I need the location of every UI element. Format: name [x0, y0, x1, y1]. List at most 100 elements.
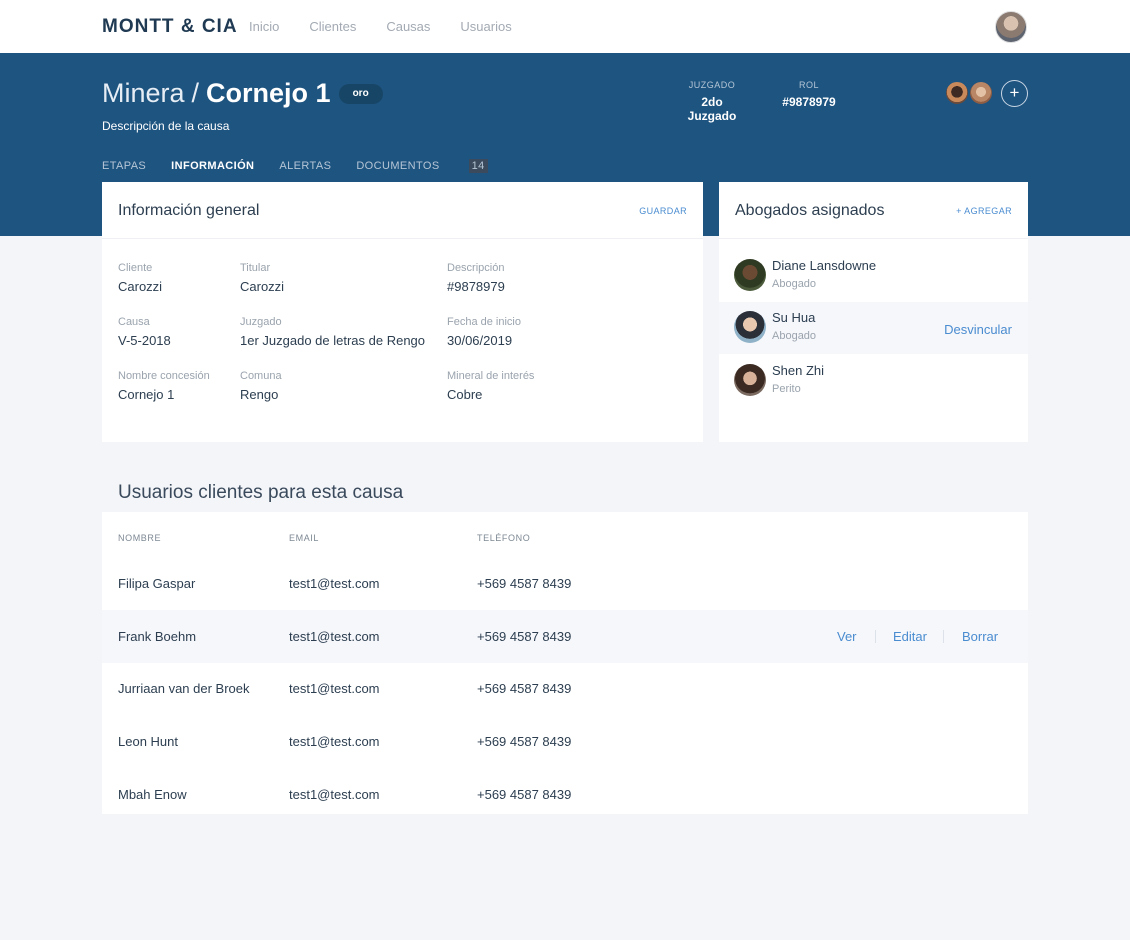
field-cliente: Cliente Carozzi	[118, 262, 162, 294]
column-header-email: EMAIL	[289, 533, 320, 543]
brand-logo[interactable]: MONTT & CIA	[102, 16, 238, 38]
field-causa: Causa V-5-2018	[118, 316, 171, 348]
tab-alertas[interactable]: ALERTAS	[279, 160, 331, 172]
lawyer-role: Abogado	[772, 278, 817, 290]
field-mineral: Mineral de interés Cobre	[447, 370, 534, 402]
lawyer-name: Su Hua	[772, 310, 816, 325]
lawyer-role: Perito	[772, 383, 801, 395]
unlink-button[interactable]: Desvincular	[944, 322, 1012, 337]
field-label: Juzgado	[240, 316, 282, 328]
lawyer-item[interactable]: Shen Zhi Perito	[719, 355, 1028, 407]
lawyer-item[interactable]: Diane Lansdowne Abogado	[719, 250, 1028, 302]
user-avatar[interactable]	[995, 11, 1027, 43]
field-label: Mineral de interés	[447, 370, 535, 382]
field-juzgado: Juzgado 1er Juzgado de letras de Rengo	[240, 316, 425, 348]
user-name: Leon Hunt	[118, 734, 178, 749]
lawyer-name: Diane Lansdowne	[772, 258, 877, 273]
user-phone: +569 4587 8439	[477, 681, 572, 696]
lawyers-title: Abogados asignados	[735, 202, 885, 219]
lawyer-name: Shen Zhi	[772, 363, 825, 378]
field-label: Nombre concesión	[118, 370, 210, 382]
column-header-telefono: TELÉFONO	[477, 533, 531, 543]
user-email: test1@test.com	[289, 787, 380, 802]
delete-button[interactable]: Borrar	[962, 629, 998, 644]
field-value: 1er Juzgado de letras de Rengo	[240, 333, 426, 348]
page-title: Minera / Cornejo 1 oro	[102, 78, 383, 109]
field-value: Carozzi	[118, 279, 163, 294]
tab-documentos-label: DOCUMENTOS	[356, 160, 440, 172]
user-phone: +569 4587 8439	[477, 734, 572, 749]
avatar	[734, 259, 766, 291]
users-table: NOMBRE EMAIL TELÉFONO Filipa Gaspar test…	[102, 512, 1028, 814]
user-phone: +569 4587 8439	[477, 629, 572, 644]
table-row[interactable]: Frank Boehm test1@test.com +569 4587 843…	[102, 610, 1028, 663]
documents-count-badge: 14	[468, 159, 488, 173]
edit-button[interactable]: Editar	[893, 629, 927, 644]
assigned-avatar[interactable]	[944, 80, 970, 106]
field-titular: Titular Carozzi	[240, 262, 284, 294]
avatar	[734, 364, 766, 396]
general-info-header: Información general GUARDAR	[102, 182, 703, 239]
add-lawyer-button[interactable]: + AGREGAR	[956, 206, 1012, 216]
field-value: Cobre	[447, 387, 483, 402]
avatar	[734, 311, 766, 343]
table-row[interactable]: Mbah Enow test1@test.com +569 4587 8439	[102, 768, 1028, 821]
user-name: Mbah Enow	[118, 787, 187, 802]
lawyer-item[interactable]: Su Hua Abogado Desvincular	[719, 302, 1028, 354]
field-nombre-concesion: Nombre concesión Cornejo 1	[118, 370, 210, 402]
main-nav: Inicio Clientes Causas Usuarios	[249, 19, 542, 34]
field-value: Rengo	[240, 387, 279, 402]
assigned-avatar[interactable]	[968, 80, 994, 106]
rol-label: ROL	[798, 80, 819, 90]
field-value: V-5-2018	[118, 333, 171, 348]
field-value: #9878979	[447, 279, 505, 294]
general-info-card: Información general GUARDAR Cliente Caro…	[102, 182, 703, 442]
case-description: Descripción de la causa	[102, 119, 230, 133]
tab-documentos[interactable]: DOCUMENTOS 14	[356, 159, 512, 173]
field-label: Cliente	[118, 262, 153, 274]
field-descripcion: Descripción #9878979	[447, 262, 505, 294]
juzgado-label: JUZGADO	[688, 80, 736, 90]
table-row[interactable]: Jurriaan van der Broek test1@test.com +5…	[102, 662, 1028, 715]
top-navbar: MONTT & CIA Inicio Clientes Causas Usuar…	[0, 0, 1130, 53]
action-divider	[875, 630, 876, 643]
assigned-lawyers-card: Abogados asignados + AGREGAR Diane Lansd…	[719, 182, 1028, 442]
field-value: 30/06/2019	[447, 333, 513, 348]
user-name: Frank Boehm	[118, 629, 197, 644]
rol-value: #9878979	[782, 95, 836, 109]
status-badge: oro	[338, 83, 383, 104]
field-value: Carozzi	[240, 279, 285, 294]
add-member-button[interactable]: +	[1001, 80, 1028, 107]
column-header-nombre: NOMBRE	[118, 533, 162, 543]
field-comuna: Comuna Rengo	[240, 370, 282, 402]
nav-link-usuarios[interactable]: Usuarios	[460, 19, 511, 34]
user-phone: +569 4587 8439	[477, 787, 572, 802]
nav-link-clientes[interactable]: Clientes	[309, 19, 356, 34]
juzgado-meta: JUZGADO 2do Juzgado	[676, 80, 748, 123]
save-button[interactable]: GUARDAR	[639, 206, 687, 216]
general-info-title: Información general	[118, 202, 260, 219]
user-email: test1@test.com	[289, 734, 380, 749]
nav-link-causas[interactable]: Causas	[386, 19, 430, 34]
lawyer-role: Abogado	[772, 330, 817, 342]
rol-meta: ROL #9878979	[779, 80, 839, 109]
table-row[interactable]: Filipa Gaspar test1@test.com +569 4587 8…	[102, 557, 1028, 610]
title-prefix: Minera	[102, 78, 185, 108]
user-name: Jurriaan van der Broek	[118, 681, 250, 696]
field-value: Cornejo 1	[118, 387, 175, 402]
view-button[interactable]: Ver	[837, 629, 857, 644]
title-separator: /	[191, 78, 200, 108]
tab-informacion[interactable]: INFORMACIÓN	[171, 160, 254, 172]
user-name: Filipa Gaspar	[118, 576, 196, 591]
user-email: test1@test.com	[289, 629, 380, 644]
case-tabs: ETAPAS INFORMACIÓN ALERTAS DOCUMENTOS 14	[102, 159, 538, 173]
lawyers-header: Abogados asignados + AGREGAR	[719, 182, 1028, 239]
juzgado-value: 2do Juzgado	[687, 95, 737, 123]
field-label: Descripción	[447, 262, 505, 274]
plus-icon: +	[1009, 83, 1020, 102]
field-label: Comuna	[240, 370, 282, 382]
tab-etapas[interactable]: ETAPAS	[102, 160, 146, 172]
field-label: Causa	[118, 316, 150, 328]
nav-link-inicio[interactable]: Inicio	[249, 19, 279, 34]
table-row[interactable]: Leon Hunt test1@test.com +569 4587 8439	[102, 715, 1028, 768]
